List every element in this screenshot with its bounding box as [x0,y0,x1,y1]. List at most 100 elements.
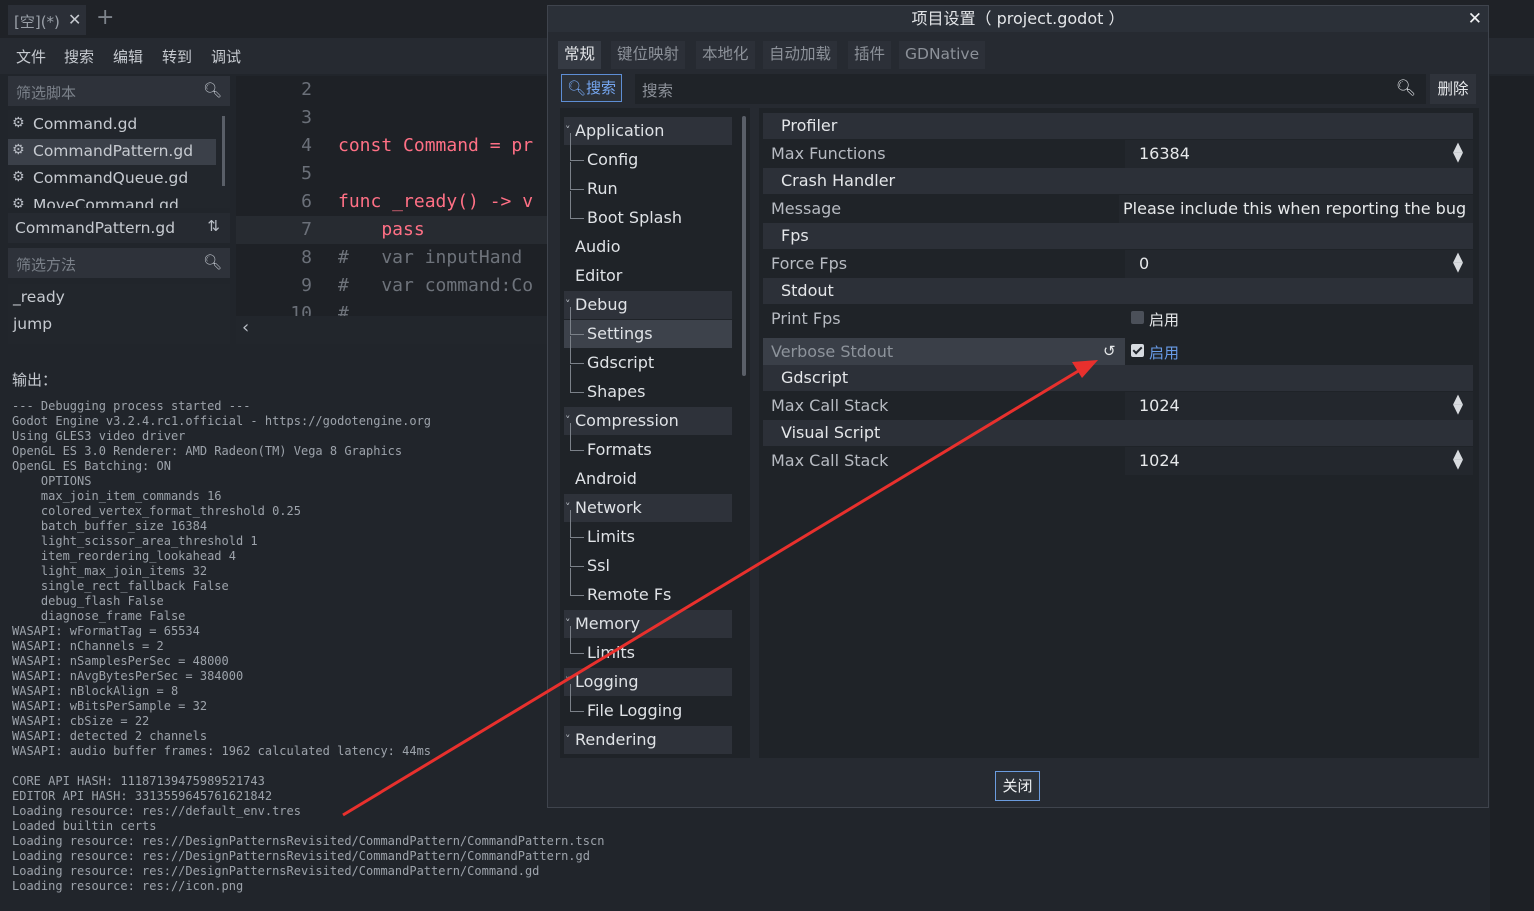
tree-item-label: Compression [575,411,679,430]
tree-item[interactable]: ˅ Rendering [564,726,732,754]
tree-scrollbar[interactable] [742,116,746,376]
tree-item-label: Application [575,121,665,140]
revert-icon[interactable]: ↺ [1103,342,1116,360]
property-verbose-stdout: Verbose Stdout ↺ 启用 [763,338,1473,366]
close-icon[interactable]: ✕ [1468,7,1482,31]
property-inspector: Profiler Max Functions 16384 ▲ ▼ Crash Ha… [759,108,1479,758]
delete-button[interactable]: 删除 [1430,74,1476,104]
message-text-field[interactable]: Please include this when reporting the b… [1119,195,1473,223]
scene-tab-empty[interactable]: [空](*) ✕ [8,5,86,35]
settings-search-input[interactable]: 搜索 🔍︎ [635,74,1426,104]
tree-item-label: Debug [575,295,628,314]
tree-item[interactable]: ˅ Logging [564,668,732,696]
tree-item[interactable]: Android [564,465,732,493]
tree-item-label: Ssl [587,556,610,575]
tree-guide-line [570,133,571,160]
tree-item-label: Remote Fs [587,585,672,604]
header-label: Visual Script [781,423,881,442]
tree-item[interactable]: Limits [564,626,732,667]
script-item[interactable]: ⚙ Command.gd [8,112,216,138]
log-line: Loaded builtin certs [12,819,157,833]
section-header-fps: Fps [763,223,1473,249]
script-item-selected[interactable]: ⚙ CommandPattern.gd [8,139,216,165]
tree-guide-line [570,160,584,161]
tab-plugins[interactable]: 插件 [848,41,892,69]
gdscript-max-call-stack-spinbox[interactable]: 1024 ▲ ▼ [1125,392,1473,420]
method-item[interactable]: _ready [13,288,65,306]
tree-item[interactable]: Gdscript [564,336,732,377]
script-filter-input[interactable]: 筛选脚本 🔍︎ [8,76,230,106]
tree-item[interactable]: Limits [564,510,732,551]
chevron-down-icon[interactable]: ˅ [565,726,571,754]
dialog-title-text: 项目设置（ project.godot ） [911,9,1125,28]
tree-guide-line [570,423,571,450]
line-number: 5 [301,163,312,184]
verbose-stdout-checkbox[interactable]: 启用 [1125,338,1473,366]
force-fps-spinbox[interactable]: 0 ▲ ▼ [1125,250,1473,278]
tree-item[interactable]: Editor [564,262,732,290]
scroll-left-icon[interactable]: ‹ [242,317,249,338]
menu-file[interactable]: 文件 [16,46,46,67]
tree-item[interactable]: ˅ Compression [564,407,732,435]
tree-item[interactable]: ˅ Memory [564,610,732,638]
tree-item[interactable]: File Logging [564,684,732,725]
script-list-scrollbar[interactable] [222,116,225,186]
tree-item[interactable]: Config [564,133,732,174]
spin-arrows-icon[interactable]: ▲ ▼ [1453,251,1463,274]
property-label: Max Call Stack [771,451,889,470]
tree-item[interactable]: Shapes [564,365,732,406]
tab-input-map[interactable]: 键位映射 [611,41,686,69]
tree-item-label: Network [575,498,642,517]
tree-item[interactable]: ˅ Debug [564,291,732,319]
close-button[interactable]: 关闭 [995,771,1040,801]
tree-item[interactable]: Run [564,162,732,203]
tab-localization[interactable]: 本地化 [696,41,755,69]
menu-edit[interactable]: 编辑 [113,46,143,67]
script-item[interactable]: ⚙ MoveCommand.gd [8,193,216,208]
method-item[interactable]: jump [13,315,52,333]
current-script-name: CommandPattern.gd ⇅ [8,213,230,243]
sort-icon[interactable]: ⇅ [207,217,220,235]
line-number: 10 [290,303,312,316]
tree-item-label: Run [587,179,618,198]
script-item[interactable]: ⚙ CommandQueue.gd [8,166,216,192]
menu-debug[interactable]: 调试 [211,46,241,67]
tree-item-label: Boot Splash [587,208,682,227]
tab-gdnative[interactable]: GDNative [899,41,986,69]
tree-guide-line [570,162,571,189]
menu-search[interactable]: 搜索 [64,46,94,67]
spin-arrows-icon[interactable]: ▲ ▼ [1453,448,1463,471]
code-line: # var command:Co [338,275,534,296]
search-icon: 🔍︎ [202,81,222,99]
method-filter-input[interactable]: 筛选方法 🔍︎ [8,248,230,278]
visual-script-max-call-stack-spinbox[interactable]: 1024 ▲ ▼ [1125,447,1473,475]
tab-autoload[interactable]: 自动加载 [763,41,838,69]
menu-goto[interactable]: 转到 [162,46,192,67]
code-horizontal-scrollbar[interactable]: ‹ [236,316,548,344]
add-tab-icon[interactable]: + [96,6,114,30]
tree-item-label: Config [587,150,639,169]
tree-item[interactable]: Remote Fs [564,568,732,609]
max-functions-spinbox[interactable]: 16384 ▲ ▼ [1125,140,1473,168]
spin-arrows-icon[interactable]: ▲ ▼ [1453,141,1463,164]
tree-item[interactable]: Audio [564,233,732,261]
script-item-label: CommandPattern.gd [33,142,194,160]
tree-item[interactable]: Boot Splash [564,191,732,232]
line-number: 6 [301,191,312,212]
close-tab-icon[interactable]: ✕ [68,10,81,29]
tree-item[interactable]: ˅ Network [564,494,732,522]
tree-item[interactable]: Formats [564,423,732,464]
tree-item[interactable]: Settings [564,307,732,348]
search-toggle-button[interactable]: 🔍︎搜索 [561,74,622,102]
print-fps-checkbox[interactable]: 启用 [1125,305,1473,333]
code-editor[interactable]: 2 3 4 5 6 7 8 9 10 const Command = pr fu… [236,76,548,316]
property-max-functions: Max Functions 16384 ▲ ▼ [763,140,1473,168]
checkbox-unchecked-icon[interactable] [1131,311,1144,324]
spin-arrows-icon[interactable]: ▲ ▼ [1453,393,1463,416]
tree-item[interactable]: ˅ Application [564,117,732,145]
tab-general[interactable]: 常规 [558,41,602,69]
checkbox-checked-icon[interactable] [1131,344,1144,357]
log-line: Loading resource: res://DesignPatternsRe… [12,849,590,863]
line-number: 8 [301,247,312,268]
tree-item[interactable]: Ssl [564,539,732,580]
